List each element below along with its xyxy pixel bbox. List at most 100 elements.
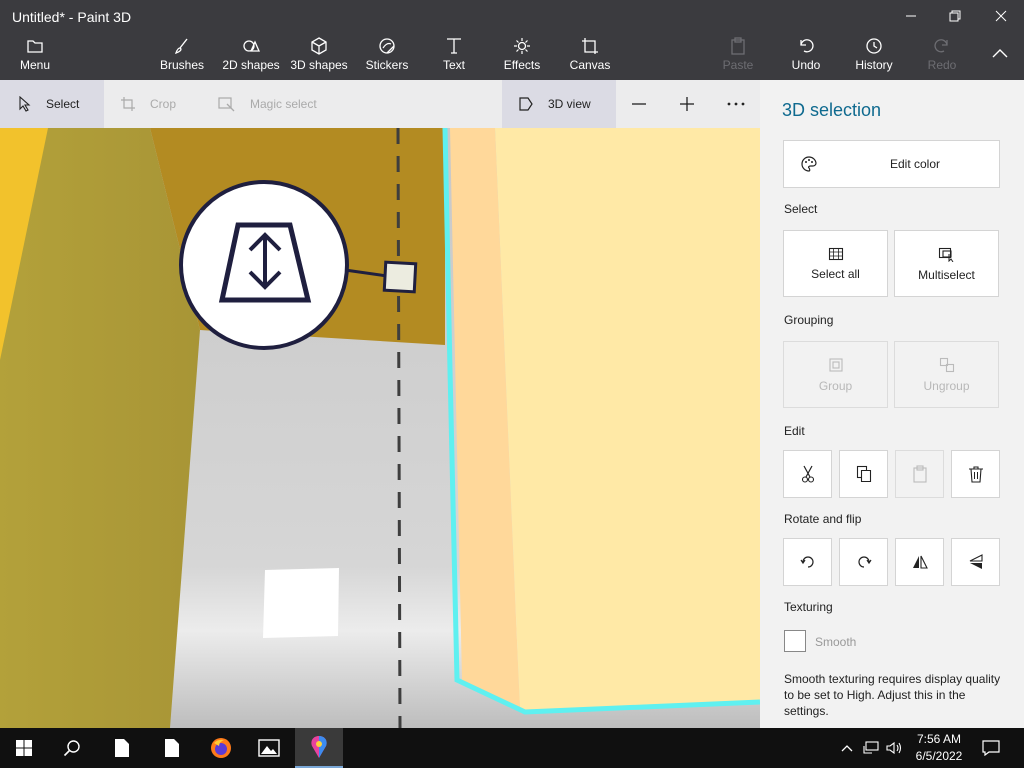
close-button[interactable] — [978, 0, 1024, 32]
restore-button[interactable] — [932, 0, 978, 32]
effects-button[interactable]: Effects — [500, 36, 544, 78]
redo-button[interactable]: Redo — [922, 36, 962, 78]
text-icon — [447, 38, 461, 54]
3d-view-toggle[interactable]: 3D view — [518, 80, 591, 128]
windows-logo-icon — [16, 740, 32, 756]
drawing-canvas[interactable] — [0, 80, 760, 728]
network-icon — [863, 741, 879, 754]
delete-button[interactable] — [951, 450, 1000, 498]
paste-panel-button[interactable] — [895, 450, 944, 498]
edit-color-button[interactable]: Edit color — [783, 140, 1000, 188]
select-tool[interactable]: Select — [18, 80, 79, 128]
box-front-face — [495, 128, 760, 712]
taskbar-app-firefox[interactable] — [197, 728, 245, 768]
flip-horizontal-icon — [912, 555, 928, 569]
undo-button[interactable]: Undo — [786, 36, 826, 78]
group-icon — [828, 357, 843, 372]
taskbar-app-document-1[interactable] — [98, 728, 146, 768]
ellipsis-icon — [727, 102, 745, 106]
volume-button[interactable] — [882, 728, 908, 768]
crop-icon — [121, 97, 135, 111]
2d-shapes-icon — [243, 40, 261, 52]
history-button[interactable]: History — [850, 36, 898, 78]
paste-icon — [912, 465, 927, 483]
select-heading: Select — [784, 202, 818, 216]
grouping-heading: Grouping — [784, 313, 834, 327]
texturing-note: Smooth texturing requires display qualit… — [784, 672, 1001, 718]
minimize-icon — [906, 15, 916, 17]
panel-title: 3D selection — [782, 100, 882, 120]
sticker-icon — [379, 38, 395, 54]
more-options-button[interactable] — [727, 80, 759, 128]
rotate-left-button[interactable] — [783, 538, 832, 586]
flip-horizontal-button[interactable] — [895, 538, 944, 586]
clock-time: 7:56 AM — [916, 732, 962, 746]
move-handle[interactable] — [382, 260, 418, 294]
taskbar-app-document-2[interactable] — [148, 728, 196, 768]
rotate-flip-heading: Rotate and flip — [784, 512, 862, 526]
search-button[interactable] — [48, 728, 96, 768]
text-button[interactable]: Text — [434, 36, 474, 78]
select-all-button[interactable]: Select all — [783, 230, 888, 297]
canvas-icon — [582, 38, 598, 54]
multiselect-button[interactable]: Multiselect — [894, 230, 999, 297]
palette-icon — [801, 156, 817, 172]
copy-icon — [856, 465, 871, 483]
minus-icon — [632, 103, 646, 105]
multiselect-icon — [938, 247, 953, 262]
show-hidden-icons-button[interactable] — [834, 728, 860, 768]
cube-icon — [311, 37, 327, 55]
chevron-up-icon — [841, 745, 853, 752]
taskbar: 7:56 AM 6/5/2022 — [0, 728, 1024, 768]
rotate-left-icon — [800, 556, 814, 568]
taskbar-app-photos[interactable] — [245, 728, 293, 768]
folder-icon — [27, 40, 43, 53]
3d-shapes-button[interactable]: 3D shapes — [288, 36, 350, 78]
edit-heading: Edit — [784, 424, 805, 438]
zoom-out-button[interactable] — [631, 80, 661, 128]
flip-vertical-icon — [969, 554, 983, 569]
group-button[interactable]: Group — [783, 341, 888, 408]
rotate-right-button[interactable] — [839, 538, 888, 586]
cut-button[interactable] — [783, 450, 832, 498]
copy-button[interactable] — [839, 450, 888, 498]
ungroup-button[interactable]: Ungroup — [894, 341, 999, 408]
scissors-icon — [801, 465, 814, 483]
stickers-button[interactable]: Stickers — [362, 36, 412, 78]
brush-icon — [174, 38, 188, 55]
ungroup-icon — [939, 357, 954, 372]
sun-icon — [514, 38, 530, 54]
undo-icon — [800, 39, 814, 53]
brushes-button[interactable]: Brushes — [156, 36, 208, 78]
menu-button[interactable]: Menu — [12, 36, 58, 78]
minimize-button[interactable] — [888, 0, 934, 32]
window-title: Untitled* - Paint 3D — [12, 9, 132, 25]
magic-select-tool[interactable]: Magic select — [218, 80, 317, 128]
notifications-button[interactable] — [970, 728, 1012, 768]
close-icon — [995, 10, 1007, 22]
redo-icon — [934, 39, 948, 53]
notification-icon — [982, 740, 1000, 756]
left-wall — [0, 128, 200, 728]
texturing-heading: Texturing — [784, 600, 833, 614]
restore-icon — [949, 10, 961, 22]
system-clock[interactable]: 7:56 AM 6/5/2022 — [912, 731, 966, 765]
start-button[interactable] — [0, 728, 48, 768]
canvas-button[interactable]: Canvas — [568, 36, 612, 78]
flip-vertical-button[interactable] — [951, 538, 1000, 586]
chevron-up-icon — [992, 49, 1008, 58]
smooth-checkbox[interactable] — [784, 630, 806, 652]
crop-tool[interactable]: Crop — [120, 80, 176, 128]
search-icon — [63, 740, 80, 757]
trash-icon — [968, 466, 983, 483]
smooth-label: Smooth — [815, 635, 857, 649]
magic-select-icon — [218, 97, 235, 112]
paste-button[interactable]: Paste — [718, 36, 758, 78]
taskbar-app-paint3d[interactable] — [295, 728, 343, 768]
3d-selection-panel: 3D selection Edit color Select Select al… — [760, 80, 1024, 728]
clock-date: 6/5/2022 — [915, 749, 963, 763]
depth-gizmo[interactable] — [179, 180, 349, 350]
2d-shapes-button[interactable]: 2D shapes — [220, 36, 282, 78]
network-button[interactable] — [858, 728, 884, 768]
zoom-in-button[interactable] — [679, 80, 709, 128]
